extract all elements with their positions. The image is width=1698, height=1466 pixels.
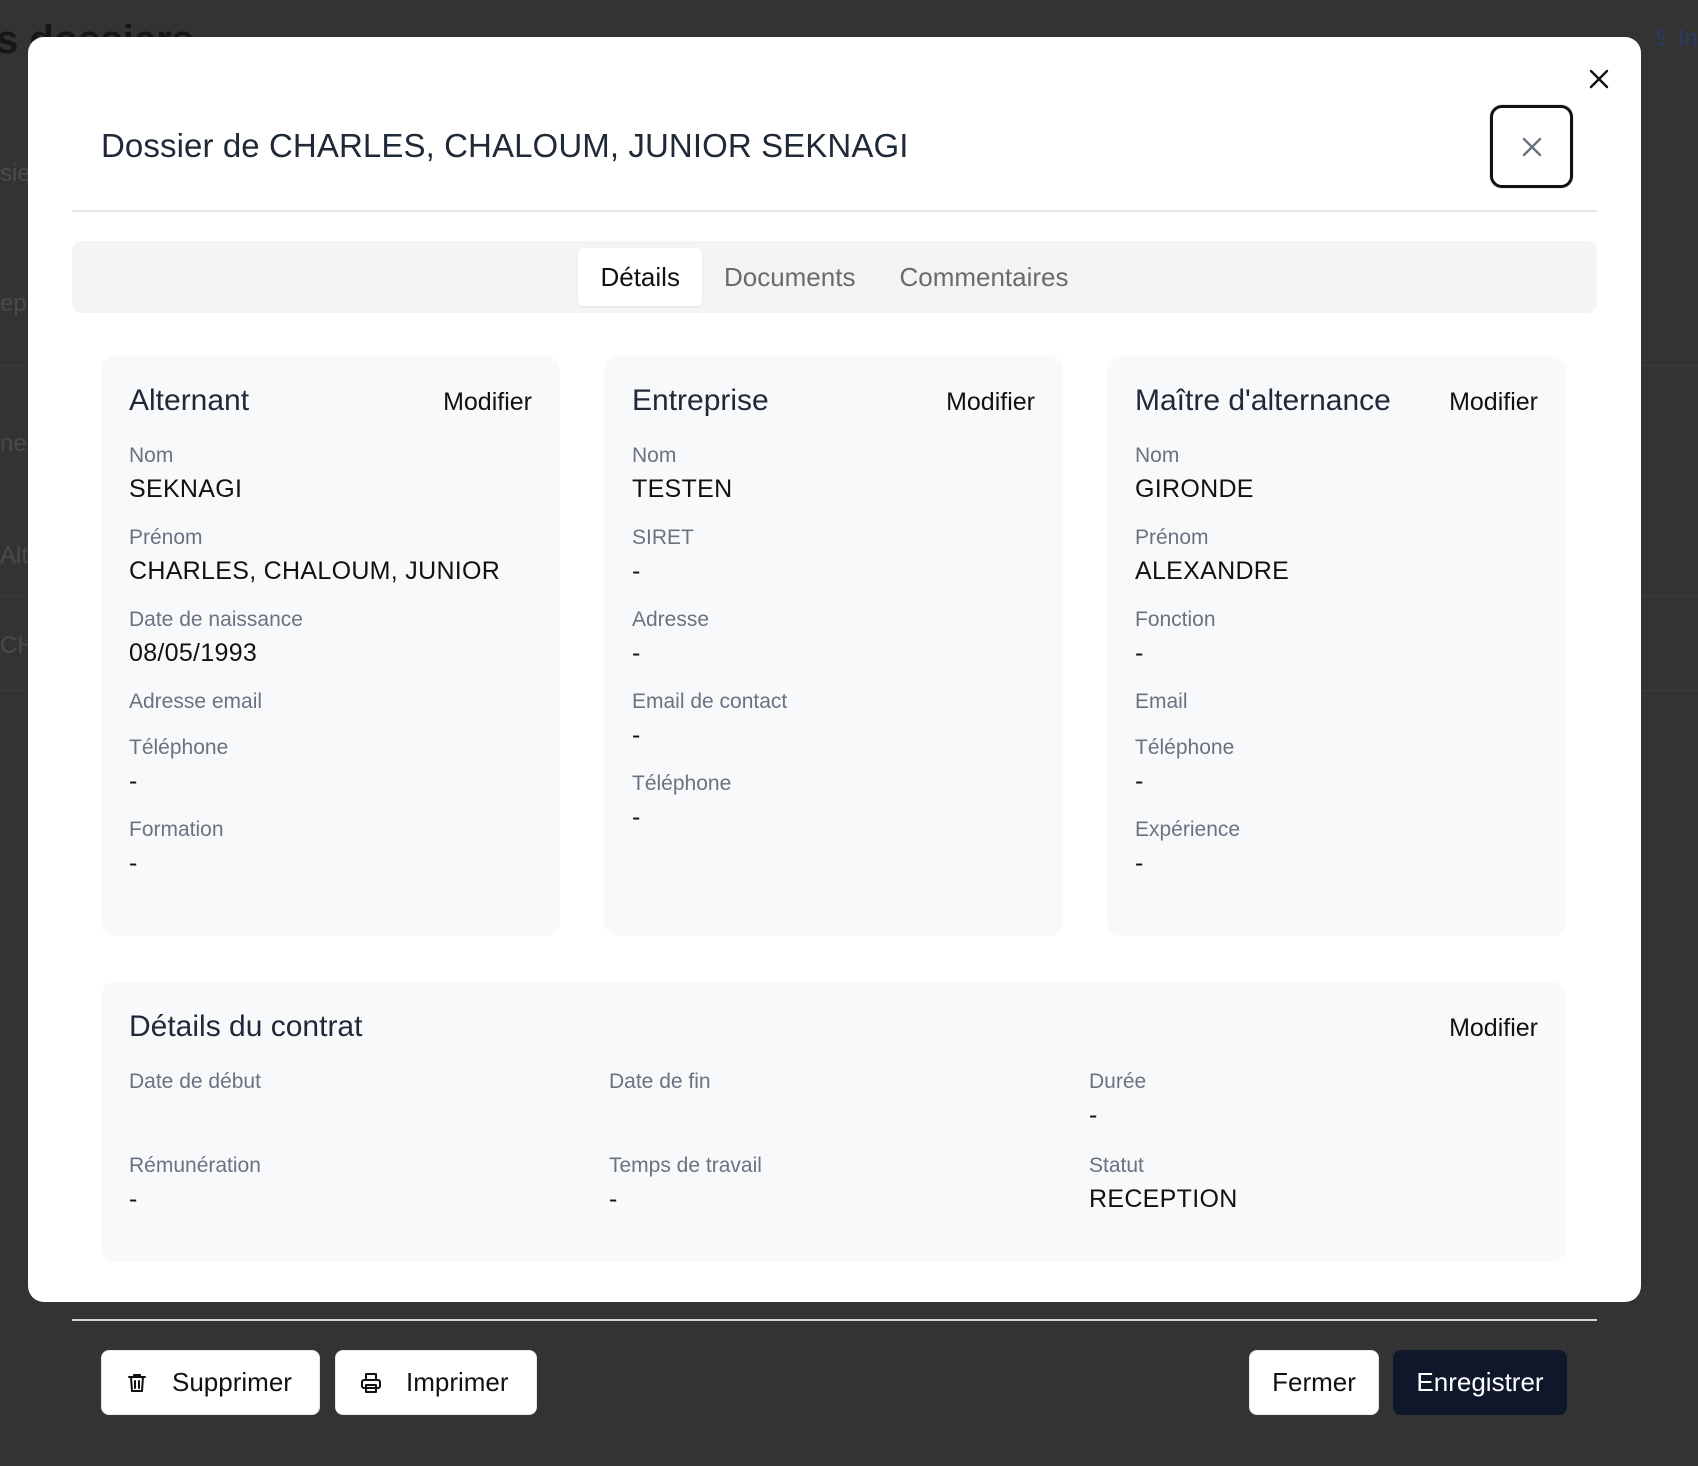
card-entreprise: Entreprise Modifier Nom TESTEN SIRET - Adr… [604,356,1063,936]
background-fragment: ep [0,290,27,317]
field-fonction: Fonction - [1135,608,1216,667]
print-button[interactable]: Imprimer [335,1350,537,1415]
card-maitre-alternance: Maître d'alternance Modifier Nom GIRONDE … [1107,356,1566,936]
card-contrat: Détails du contrat Modifier Date de débu… [101,982,1566,1262]
field-date-naissance: Date de naissance 08/05/1993 [129,608,303,667]
tab-documents[interactable]: Documents [702,248,878,306]
card-title: Détails du contrat [129,1010,363,1043]
field-statut: Statut RECEPTION [1089,1154,1238,1213]
tab-commentaires[interactable]: Commentaires [877,248,1090,306]
edit-alternant-button[interactable]: Modifier [443,388,532,417]
tab-details[interactable]: Détails [578,248,702,306]
printer-icon [358,1370,384,1396]
delete-label: Supprimer [172,1367,292,1397]
header-close-button[interactable] [1490,105,1573,188]
field-email: Adresse email [129,690,263,713]
background-fragment: Alt [0,542,29,569]
edit-maitre-button[interactable]: Modifier [1449,388,1538,417]
field-nom: Nom SEKNAGI [129,444,243,503]
save-button[interactable]: Enregistrer [1393,1350,1567,1415]
field-email: Email [1135,690,1188,713]
card-title: Entreprise [632,384,769,417]
upload-icon: ⇪ [1651,25,1678,52]
field-experience: Expérience - [1135,818,1241,877]
field-duree: Durée - [1089,1070,1147,1129]
background-fragment: sie [0,160,31,187]
field-nom: Nom TESTEN [632,444,733,503]
field-email-contact: Email de contact - [632,690,788,749]
card-title: Alternant [129,384,250,417]
close-button[interactable]: Fermer [1249,1350,1379,1415]
trash-icon [124,1370,150,1396]
background-fragment: ne [0,430,27,457]
modal-header: Dossier de CHARLES, CHALOUM, JUNIOR SEKN… [72,37,1597,212]
tabs-bar: Détails Documents Commentaires [72,241,1597,313]
card-title: Maître d'alternance [1135,384,1391,417]
edit-entreprise-button[interactable]: Modifier [946,388,1035,417]
field-telephone: Téléphone - [129,736,229,795]
card-alternant: Alternant Modifier Nom SEKNAGI Prénom CHAR… [101,356,560,936]
save-label: Enregistrer [1416,1367,1544,1397]
field-date-fin: Date de fin [609,1070,711,1093]
delete-button[interactable]: Supprimer [101,1350,320,1415]
field-remuneration: Rémunération - [129,1154,261,1213]
field-date-debut: Date de début [129,1070,261,1093]
footer-divider [72,1319,1597,1321]
field-siret: SIRET - [632,526,694,585]
modal-title: Dossier de CHARLES, CHALOUM, JUNIOR SEKN… [101,127,909,164]
close-icon [1522,137,1541,156]
field-prenom: Prénom CHARLES, CHALOUM, JUNIOR [129,526,501,585]
field-telephone: Téléphone - [1135,736,1235,795]
background-import-action: ⇪ In [1651,25,1698,52]
field-formation: Formation - [129,818,224,877]
close-label: Fermer [1272,1367,1356,1397]
field-adresse: Adresse - [632,608,710,667]
field-telephone: Téléphone - [632,772,732,831]
field-nom: Nom GIRONDE [1135,444,1254,503]
field-prenom: Prénom ALEXANDRE [1135,526,1290,585]
edit-contrat-button[interactable]: Modifier [1449,1014,1538,1043]
print-label: Imprimer [406,1367,509,1397]
field-temps-travail: Temps de travail - [609,1154,762,1213]
dossier-modal: Dossier de CHARLES, CHALOUM, JUNIOR SEKN… [28,37,1641,1302]
